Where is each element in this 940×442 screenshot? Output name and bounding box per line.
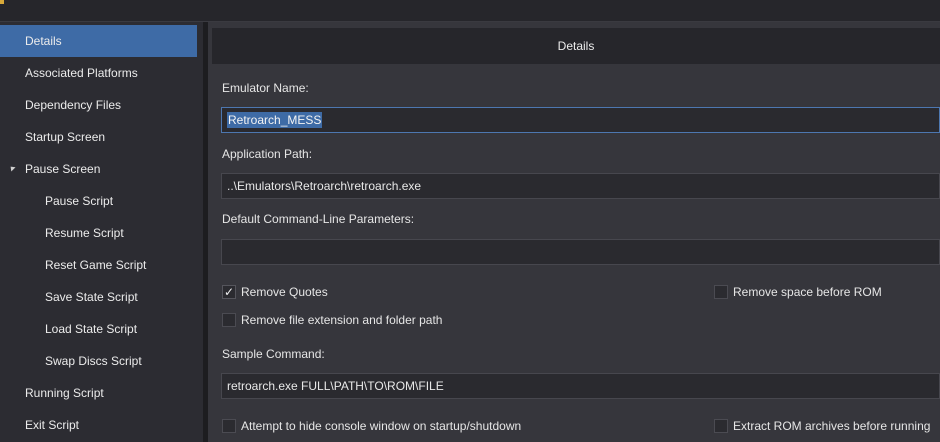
sidebar-item-resume-script[interactable]: Resume Script xyxy=(0,217,197,249)
remove-space-label: Remove space before ROM xyxy=(733,285,882,299)
extract-rom-checkbox[interactable] xyxy=(714,419,728,433)
command-line-params-label: Default Command-Line Parameters: xyxy=(222,212,415,226)
sidebar-item-pause-screen[interactable]: Pause Screen xyxy=(0,153,197,185)
extract-rom-label: Extract ROM archives before running xyxy=(733,419,931,433)
sidebar-item-exit-script[interactable]: Exit Script xyxy=(0,409,197,441)
panel-header: Details xyxy=(212,28,940,64)
sidebar-item-label: Running Script xyxy=(25,386,104,400)
remove-extension-label: Remove file extension and folder path xyxy=(241,313,443,327)
sidebar-item-associated-platforms[interactable]: Associated Platforms xyxy=(0,57,197,89)
sidebar-item-label: Swap Discs Script xyxy=(45,354,142,368)
sample-command-value: retroarch.exe FULL\PATH\TO\ROM\FILE xyxy=(227,379,444,393)
sidebar-item-running-script[interactable]: Running Script xyxy=(0,377,197,409)
command-line-params-input[interactable] xyxy=(221,239,940,265)
sidebar-item-label: Details xyxy=(25,34,62,48)
sidebar-item-label: Load State Script xyxy=(45,322,138,336)
sample-command-field[interactable]: retroarch.exe FULL\PATH\TO\ROM\FILE xyxy=(221,373,940,399)
application-path-value: ..\Emulators\Retroarch\retroarch.exe xyxy=(227,179,422,193)
sidebar-item-load-state-script[interactable]: Load State Script xyxy=(0,313,197,345)
app-corner-icon xyxy=(0,0,4,4)
emulator-name-input[interactable]: Retroarch_MESS xyxy=(221,107,940,133)
sidebar-item-label: Startup Screen xyxy=(25,130,106,144)
emulator-name-label: Emulator Name: xyxy=(222,81,309,95)
emulator-name-value: Retroarch_MESS xyxy=(227,112,323,128)
remove-quotes-checkbox[interactable]: ✓ xyxy=(222,285,236,299)
remove-quotes-label: Remove Quotes xyxy=(241,285,328,299)
sidebar-item-label: Associated Platforms xyxy=(25,66,138,80)
remove-space-checkbox[interactable] xyxy=(714,285,728,299)
sidebar-item-pause-script[interactable]: Pause Script xyxy=(0,185,197,217)
sidebar-item-startup-screen[interactable]: Startup Screen xyxy=(0,121,197,153)
remove-space-option[interactable]: Remove space before ROM xyxy=(714,285,934,301)
sidebar-item-label: Dependency Files xyxy=(25,98,122,112)
remove-quotes-option[interactable]: ✓ Remove Quotes xyxy=(222,285,522,301)
application-path-input[interactable]: ..\Emulators\Retroarch\retroarch.exe xyxy=(221,173,940,199)
hide-console-label: Attempt to hide console window on startu… xyxy=(241,419,522,433)
application-path-label: Application Path: xyxy=(222,147,313,161)
sidebar-item-dependency-files[interactable]: Dependency Files xyxy=(0,89,197,121)
sidebar-item-label: Pause Script xyxy=(45,194,114,208)
extract-rom-option[interactable]: Extract ROM archives before running xyxy=(714,419,936,435)
sidebar-item-reset-game-script[interactable]: Reset Game Script xyxy=(0,249,197,281)
hide-console-option[interactable]: Attempt to hide console window on startu… xyxy=(222,419,562,435)
sidebar-item-label: Exit Script xyxy=(25,418,80,432)
remove-extension-option[interactable]: Remove file extension and folder path xyxy=(222,313,522,329)
sidebar-item-label: Pause Screen xyxy=(25,162,101,176)
hide-console-checkbox[interactable] xyxy=(222,419,236,433)
sidebar-item-details[interactable]: Details xyxy=(0,25,197,57)
tree-expanded-arrow-icon[interactable] xyxy=(8,164,16,172)
sample-command-label: Sample Command: xyxy=(222,347,325,361)
sidebar-item-save-state-script[interactable]: Save State Script xyxy=(0,281,197,313)
window-top-bar xyxy=(0,0,940,22)
sidebar-item-label: Save State Script xyxy=(45,290,138,304)
sidebar-item-label: Resume Script xyxy=(45,226,124,240)
sidebar-item-swap-discs-script[interactable]: Swap Discs Script xyxy=(0,345,197,377)
sidebar-item-label: Reset Game Script xyxy=(45,258,147,272)
remove-extension-checkbox[interactable] xyxy=(222,313,236,327)
